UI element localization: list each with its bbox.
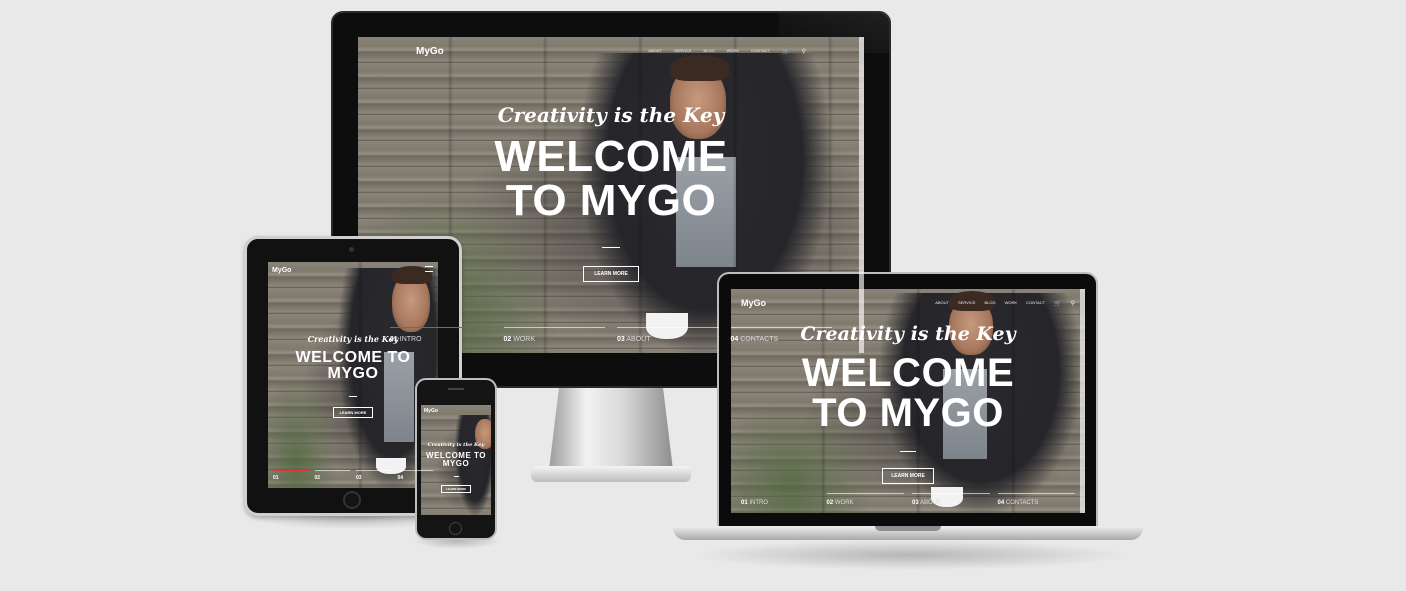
hero-headline: WELCOME TO MYGO bbox=[295, 349, 411, 382]
hero-divider bbox=[349, 396, 357, 397]
slide-label: CONTACTS bbox=[1005, 500, 1039, 506]
learn-more-button[interactable]: LEARN MORE bbox=[882, 468, 934, 484]
nav-menu: ABOUT SERVICE BLOG WORK CONTACT 🛒 ⚲ bbox=[926, 300, 1075, 307]
nav-work[interactable]: WORK bbox=[727, 48, 739, 55]
nav-contact[interactable]: CONTACT bbox=[1026, 300, 1045, 307]
learn-more-button[interactable]: LEARN MORE bbox=[583, 266, 639, 282]
slide-number: 03 bbox=[912, 500, 919, 506]
slide-number: 04 bbox=[997, 500, 1005, 506]
slide-tab-about[interactable]: 03 bbox=[356, 470, 392, 488]
slide-label: WORK bbox=[834, 500, 854, 506]
nav-about[interactable]: ABOUT bbox=[935, 300, 949, 307]
hero-tagline: Creativity is the Key bbox=[427, 442, 485, 448]
laptop-screen: MyGo ABOUT SERVICE BLOG WORK CONTACT 🛒 ⚲… bbox=[731, 289, 1085, 513]
hero-divider bbox=[900, 451, 916, 452]
slide-label: WORK bbox=[513, 336, 536, 343]
hero-section: Creativity is the Key WELCOME TO MYGO LE… bbox=[358, 103, 864, 282]
slide-label: INTRO bbox=[749, 500, 769, 506]
learn-more-button[interactable]: LEARN MORE bbox=[332, 407, 374, 418]
hero-tagline: Creativity is the Key bbox=[307, 334, 399, 344]
hero-section: Creativity is the Key WELCOME TO MYGO LE… bbox=[268, 334, 438, 419]
nav-blog[interactable]: BLOG bbox=[703, 48, 714, 55]
learn-more-button[interactable]: LEARN MORE bbox=[440, 485, 472, 493]
slide-number: 04 bbox=[397, 475, 404, 481]
laptop-scrollbar[interactable] bbox=[1080, 289, 1085, 513]
phone-speaker bbox=[448, 388, 464, 390]
hero-divider bbox=[602, 247, 620, 248]
site-navbar: MyGo ABOUT SERVICE BLOG WORK CONTACT 🛒 ⚲ bbox=[358, 37, 864, 65]
hero-tagline: Creativity is the Key bbox=[497, 103, 725, 127]
slide-number: 03 bbox=[617, 336, 625, 343]
nav-blog[interactable]: BLOG bbox=[984, 300, 995, 307]
nav-work[interactable]: WORK bbox=[1005, 300, 1017, 307]
laptop-mockup: MyGo ABOUT SERVICE BLOG WORK CONTACT 🛒 ⚲… bbox=[673, 272, 1143, 548]
slide-tab-intro[interactable]: 01 INTRO bbox=[741, 493, 819, 513]
slide-number: 01 bbox=[273, 475, 279, 481]
slide-label: ABOUT bbox=[626, 336, 651, 343]
site-logo[interactable]: MyGo bbox=[272, 267, 291, 274]
search-icon[interactable]: ⚲ bbox=[802, 48, 806, 55]
scrollbar-thumb[interactable] bbox=[859, 41, 864, 65]
slide-number: 03 bbox=[356, 475, 362, 481]
slide-number: 02 bbox=[314, 475, 321, 481]
monitor-stand-base bbox=[531, 466, 691, 482]
nav-about[interactable]: ABOUT bbox=[648, 48, 662, 55]
hero-section: Creativity is the Key WELCOME TO MYGO LE… bbox=[421, 442, 491, 495]
hero-section: Creativity is the Key WELCOME TO MYGO LE… bbox=[731, 323, 1085, 484]
hero-headline: WELCOME TO MYGO bbox=[426, 451, 486, 468]
hero-headline-line-1: WELCOME bbox=[494, 132, 728, 181]
site-navbar: MyGo bbox=[421, 405, 491, 417]
laptop-notch bbox=[875, 526, 941, 531]
hero-headline-line-2: TO MYGO bbox=[505, 176, 717, 225]
phone-home-button bbox=[449, 522, 462, 535]
slide-number: 01 bbox=[741, 500, 748, 506]
tablet-camera bbox=[349, 247, 354, 252]
phone-screen: MyGo Creativity is the Key WELCOME TO MY… bbox=[421, 405, 491, 515]
slide-label: ABOUT bbox=[920, 500, 941, 506]
slide-navigation: 01 INTRO 02 WORK 03 ABOUT 04 CONTACTS bbox=[731, 493, 1085, 513]
slide-tab-work[interactable]: 02 WORK bbox=[503, 327, 605, 353]
hero-headline-line-1: WELCOME bbox=[801, 351, 1015, 395]
hero-headline-line-2: TO MYGO bbox=[812, 391, 1004, 435]
site-logo[interactable]: MyGo bbox=[424, 408, 438, 414]
tablet-home-button bbox=[343, 491, 361, 509]
cart-icon[interactable]: 🛒 bbox=[782, 48, 789, 55]
nav-menu: ABOUT SERVICE BLOG WORK CONTACT 🛒 ⚲ bbox=[636, 48, 806, 55]
slide-tab-about[interactable]: 03 ABOUT bbox=[912, 493, 990, 513]
scrollbar-thumb[interactable] bbox=[1080, 293, 1085, 313]
nav-contact[interactable]: CONTACT bbox=[751, 48, 770, 55]
hamburger-menu-icon[interactable] bbox=[425, 266, 433, 272]
slide-number: 02 bbox=[826, 500, 834, 506]
site-navbar: MyGo bbox=[268, 262, 438, 278]
hero-tagline: Creativity is the Key bbox=[800, 323, 1016, 345]
slide-number: 02 bbox=[503, 336, 512, 343]
hero-headline: WELCOME TO MYGO bbox=[731, 353, 1085, 433]
site-logo[interactable]: MyGo bbox=[741, 298, 766, 308]
tablet-screen: MyGo Creativity is the Key WELCOME TO MY… bbox=[268, 262, 438, 488]
slide-tab-work[interactable]: 02 WORK bbox=[826, 493, 904, 513]
slide-navigation: 01 02 03 04 bbox=[268, 470, 438, 488]
nav-service[interactable]: SERVICE bbox=[958, 300, 976, 307]
site-navbar: MyGo ABOUT SERVICE BLOG WORK CONTACT 🛒 ⚲ bbox=[731, 289, 1085, 317]
cart-icon[interactable]: 🛒 bbox=[1054, 300, 1061, 307]
monitor-stand-neck bbox=[549, 388, 673, 470]
slide-tab-intro[interactable]: 01 bbox=[273, 470, 309, 488]
site-logo[interactable]: MyGo bbox=[416, 46, 444, 57]
hero-headline: WELCOME TO MYGO bbox=[358, 135, 864, 223]
monitor-scrollbar[interactable] bbox=[859, 37, 864, 353]
nav-service[interactable]: SERVICE bbox=[674, 48, 692, 55]
slide-tab-work[interactable]: 02 bbox=[314, 470, 350, 488]
slide-tab-about[interactable]: 03 ABOUT bbox=[617, 327, 719, 353]
hero-divider bbox=[453, 476, 459, 477]
slide-tab-contacts[interactable]: 04 CONTACTS bbox=[997, 493, 1075, 513]
search-icon[interactable]: ⚲ bbox=[1071, 300, 1075, 307]
